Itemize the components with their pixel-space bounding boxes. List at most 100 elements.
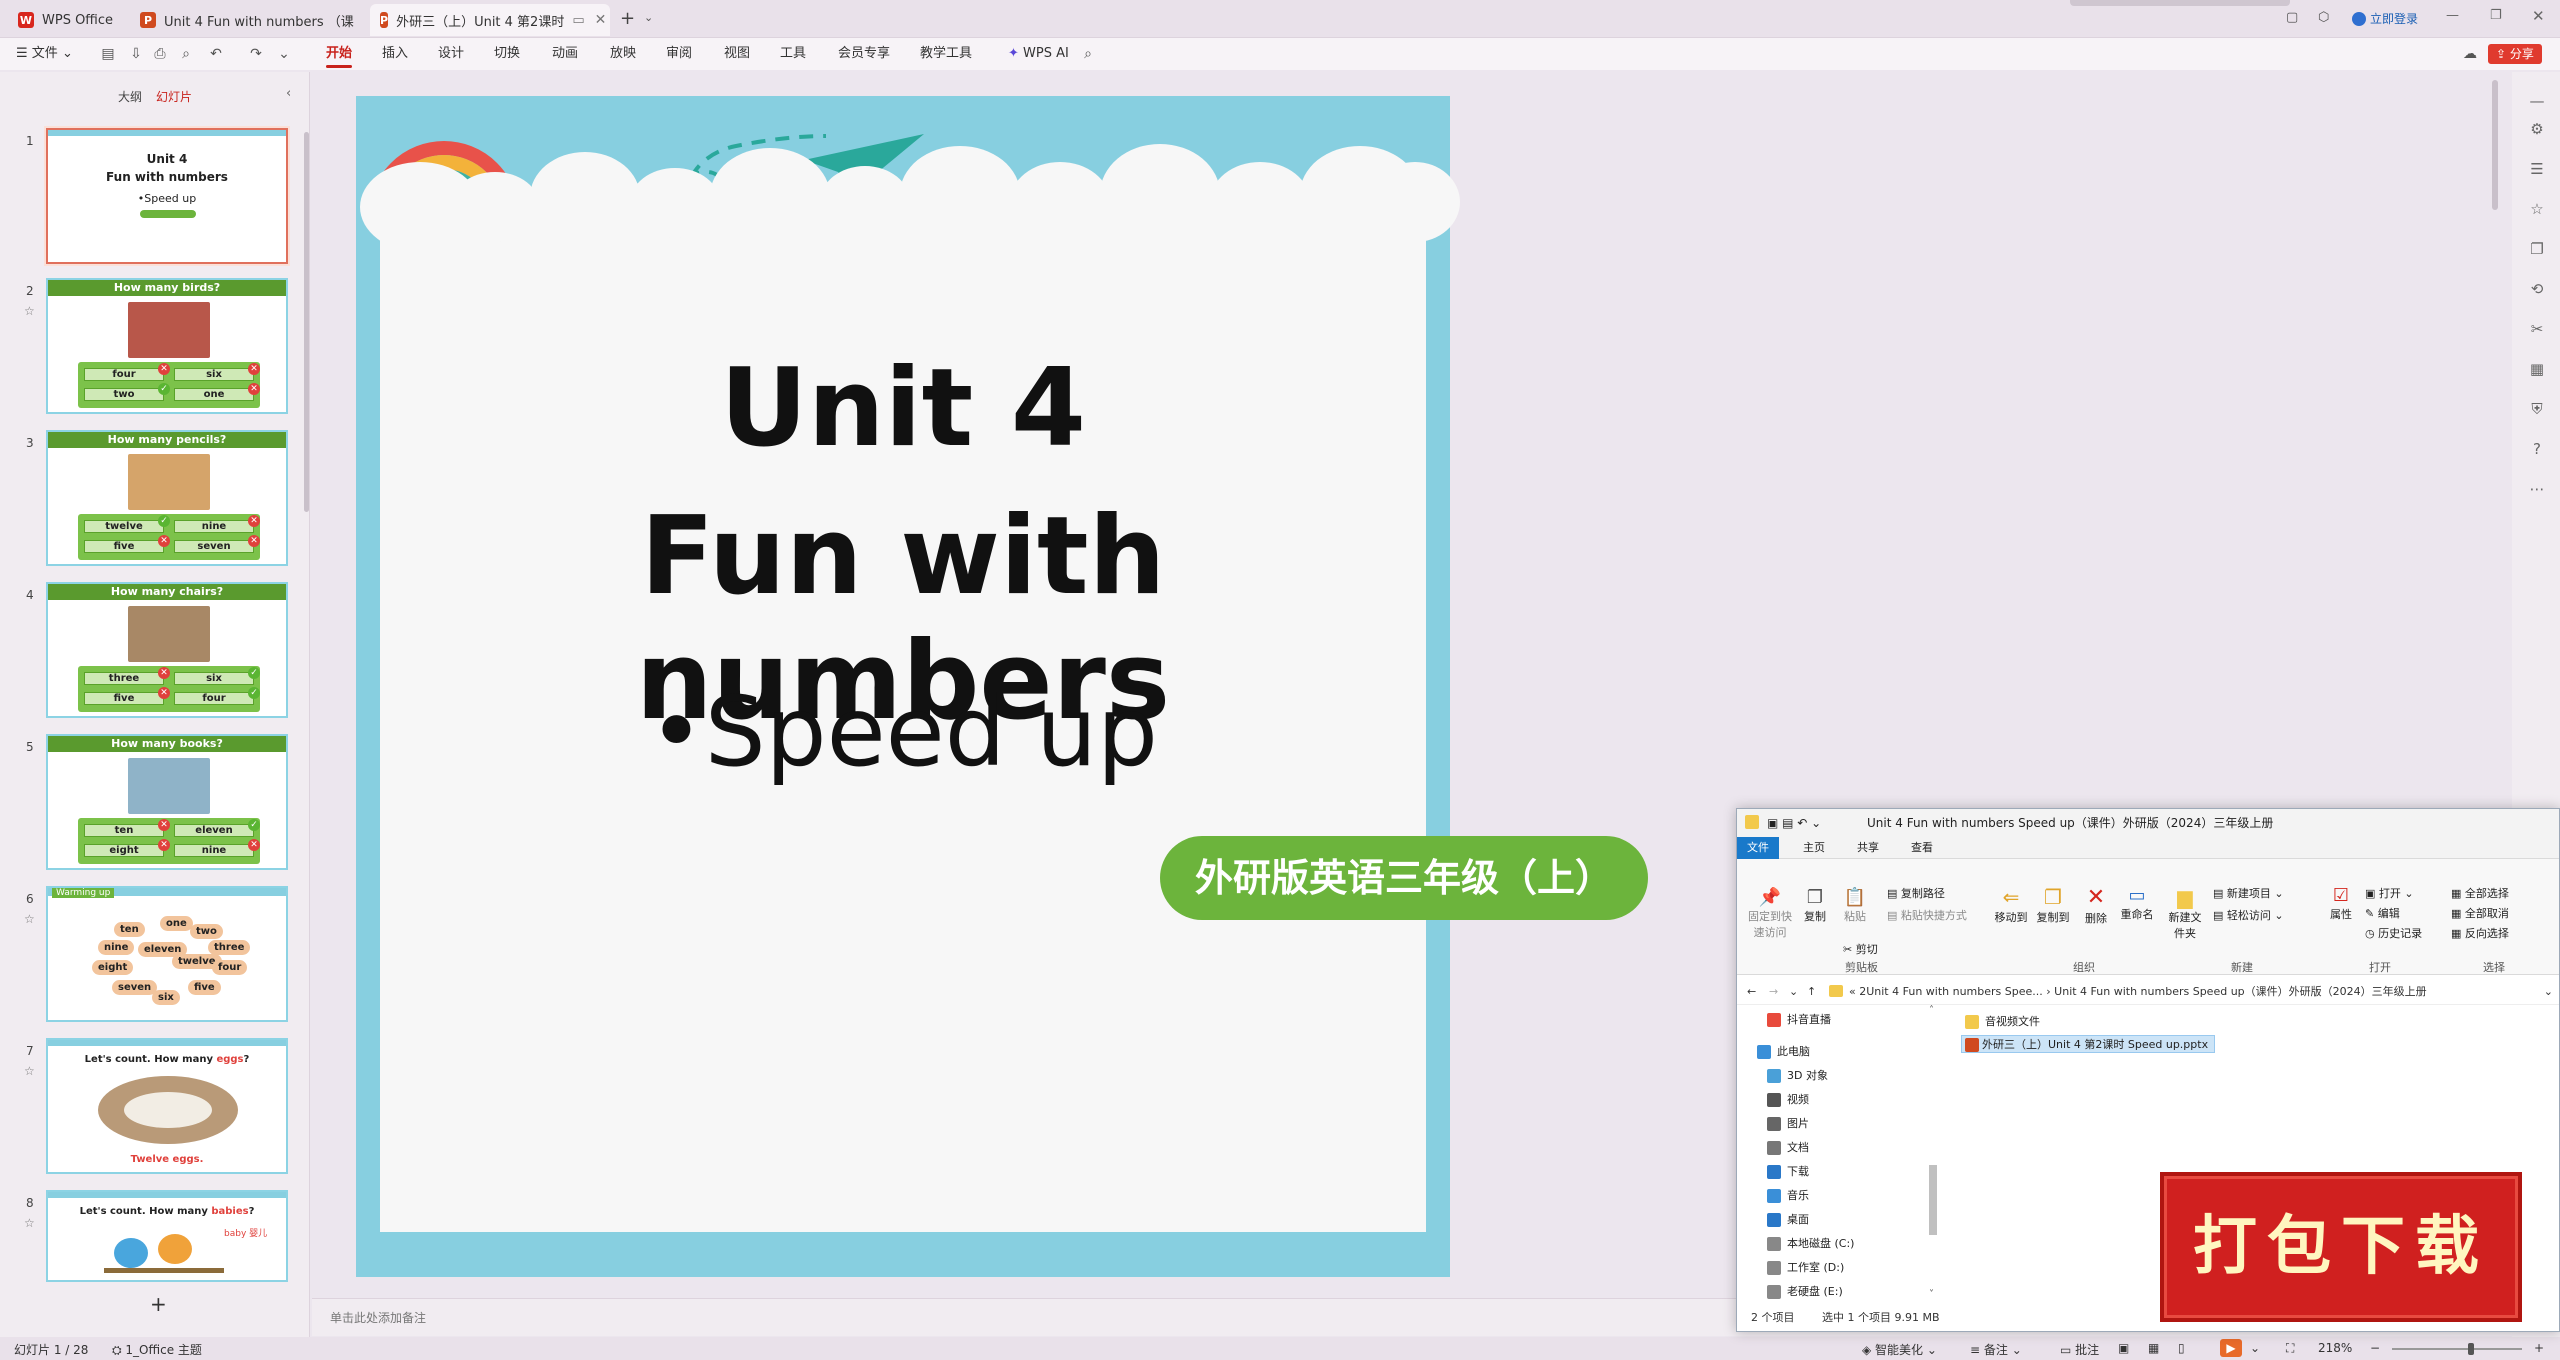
collapse-panel-icon[interactable]: ‹ <box>286 86 291 101</box>
star-icon[interactable]: ☆ <box>24 1064 35 1078</box>
menu-view[interactable]: 视图 <box>724 38 750 70</box>
slide-thumbnail-5[interactable]: How many books? ten eleven eight nine ✕ … <box>46 734 288 870</box>
zoom-slider-thumb[interactable] <box>2468 1343 2474 1355</box>
breadcrumb-item[interactable]: Unit 4 Fun with numbers Speed up（课件）外研版（… <box>2054 985 2426 998</box>
back-icon[interactable]: ← <box>1747 979 1756 1005</box>
tab-monitor-icon[interactable]: ▭ <box>572 13 584 28</box>
forward-icon[interactable]: → <box>1769 979 1778 1005</box>
settings-icon[interactable]: ⚙ <box>2528 120 2546 138</box>
slide-canvas[interactable]: Unit 4 Fun with numbers •Speed up 外研版英语三… <box>356 96 1648 1277</box>
close-tab-icon[interactable]: ✕ <box>595 12 607 28</box>
nav-item[interactable]: 图片 <box>1767 1115 1809 1133</box>
login-button[interactable]: 立即登录 <box>2352 10 2418 27</box>
move-to-button[interactable]: ⇐ 移动到 <box>1991 885 2031 925</box>
menu-transition[interactable]: 切换 <box>494 38 520 70</box>
address-bar[interactable]: ← → ⌄ ↑ « 2Unit 4 Fun with numbers Spee.… <box>1737 979 2559 1005</box>
nav-item[interactable]: 下载 <box>1767 1163 1809 1181</box>
shield-icon[interactable]: ⛨ <box>2528 400 2546 418</box>
properties-button[interactable]: ☑ 属性 <box>2325 885 2357 922</box>
add-slide-button[interactable]: + <box>150 1292 167 1316</box>
help-icon[interactable]: ? <box>2528 440 2546 458</box>
preview-icon[interactable]: ⌕ <box>178 46 194 62</box>
tools-icon[interactable]: ✂ <box>2528 320 2546 338</box>
reading-view-icon[interactable]: ▯ <box>2178 1341 2185 1355</box>
theme-label[interactable]: ⛭ 1_Office 主题 <box>112 1341 202 1358</box>
cloud-icon[interactable]: ☁ <box>2462 46 2478 62</box>
select-all-button[interactable]: ▦ 全部选择 <box>2451 885 2509 901</box>
beautify-button[interactable]: ◈ 智能美化 ⌄ <box>1862 1341 1937 1358</box>
table-icon[interactable]: ▦ <box>2528 360 2546 378</box>
share-button[interactable]: ⇪ 分享 <box>2488 44 2542 64</box>
pin-quick-access-button[interactable]: 📌 固定到快速访问 <box>1745 887 1795 940</box>
select-none-button[interactable]: ▦ 全部取消 <box>2451 905 2509 921</box>
file-row[interactable]: 音视频文件 <box>1965 1013 2040 1031</box>
nav-item[interactable]: 文档 <box>1767 1139 1809 1157</box>
close-window-icon[interactable]: ✕ <box>2532 7 2545 25</box>
zoom-slider[interactable] <box>2392 1348 2522 1350</box>
sliders-icon[interactable]: ☰ <box>2528 160 2546 178</box>
slide-thumbnail-6[interactable]: Warming up ten one two nine eleven three… <box>46 886 288 1022</box>
nav-scrollbar[interactable] <box>1929 1165 1937 1235</box>
file-menu[interactable]: ☰ 文件 ⌄ <box>16 38 73 70</box>
more-icon[interactable]: ⋯ <box>2528 480 2546 498</box>
menu-wps-ai[interactable]: ✦ WPS AI <box>1008 38 1069 70</box>
slide-thumbnail-7[interactable]: Let's count. How many eggs? Twelve eggs. <box>46 1038 288 1174</box>
explorer-tab-file[interactable]: 文件 <box>1737 837 1779 859</box>
slide-subtitle[interactable]: •Speed up <box>356 676 1450 788</box>
export-icon[interactable]: ⇩ <box>128 46 144 62</box>
chevron-up-icon[interactable]: ˄ <box>1929 1005 1934 1016</box>
comments-button[interactable]: ▭ 批注 <box>2060 1341 2099 1358</box>
tab-current-doc[interactable]: P 外研三（上）Unit 4 第2课时 ▭ ✕ <box>370 4 610 36</box>
new-item-button[interactable]: ▤ 新建项目 ⌄ <box>2213 885 2284 901</box>
menu-slideshow[interactable]: 放映 <box>610 38 636 70</box>
notes-button[interactable]: ≡ 备注 ⌄ <box>1970 1341 2022 1358</box>
slide-thumbnail-1[interactable]: Unit 4 Fun with numbers •Speed up <box>46 128 288 264</box>
menu-animation[interactable]: 动画 <box>552 38 578 70</box>
slide-thumbnail-3[interactable]: How many pencils? twelve nine five seven… <box>46 430 288 566</box>
slide-title-line1[interactable]: Unit 4 <box>356 346 1450 471</box>
copy-path-button[interactable]: ▤ 复制路径 <box>1887 885 1945 901</box>
paste-button[interactable]: 📋 粘贴 <box>1837 887 1873 924</box>
nav-item[interactable]: 抖音直播 <box>1767 1011 1831 1029</box>
tab-slides[interactable]: 幻灯片 <box>156 88 192 105</box>
nav-item[interactable]: 3D 对象 <box>1767 1067 1828 1085</box>
maximize-icon[interactable]: ❐ <box>2490 8 2502 23</box>
minimize-icon[interactable]: — <box>2446 8 2459 23</box>
save-icon[interactable]: ▤ <box>100 46 116 62</box>
nav-item[interactable]: 视频 <box>1767 1091 1809 1109</box>
chevron-down-icon[interactable]: ⌄ <box>2250 1341 2260 1355</box>
undo-icon[interactable]: ↶ <box>208 46 224 62</box>
breadcrumb-item[interactable]: 2Unit 4 Fun with numbers Spee... <box>1859 985 2043 998</box>
explorer-tab-view[interactable]: 查看 <box>1901 837 1943 859</box>
slide-thumbnail-4[interactable]: How many chairs? three six five four ✕ ✓… <box>46 582 288 718</box>
explorer-tab-home[interactable]: 主页 <box>1793 837 1835 859</box>
menu-member[interactable]: 会员专享 <box>838 38 890 70</box>
transition-icon[interactable]: ⟲ <box>2528 280 2546 298</box>
nav-item[interactable]: 桌面 <box>1767 1211 1809 1229</box>
nav-item[interactable]: 此电脑 <box>1757 1043 1810 1061</box>
copy-icon[interactable]: ❐ <box>2528 240 2546 258</box>
cube-icon[interactable]: ⬡ <box>2318 10 2329 25</box>
new-folder-button[interactable]: ▆ 新建文件夹 <box>2165 885 2205 941</box>
menu-review[interactable]: 审阅 <box>666 38 692 70</box>
chevron-down-icon[interactable]: ⌄ <box>2544 979 2553 1005</box>
open-button[interactable]: ▣ 打开 ⌄ <box>2365 885 2414 901</box>
quick-access-icons[interactable]: ▣ ▤ ↶ ⌄ <box>1767 809 1821 837</box>
star-icon[interactable]: ☆ <box>24 1216 35 1230</box>
star-icon[interactable]: ☆ <box>24 912 35 926</box>
copy-button[interactable]: ❐ 复制 <box>1797 887 1833 924</box>
zoom-level[interactable]: 218% <box>2318 1341 2352 1355</box>
nav-item[interactable]: 老硬盘 (E:) <box>1767 1283 1843 1301</box>
print-icon[interactable]: ⎙ <box>152 46 168 62</box>
normal-view-icon[interactable]: ▣ <box>2118 1341 2129 1355</box>
menu-home[interactable]: 开始 <box>326 38 353 70</box>
paste-shortcut-button[interactable]: ▤ 粘贴快捷方式 <box>1887 907 1967 923</box>
fit-icon[interactable]: ⛶ <box>2286 1341 2294 1356</box>
menu-insert[interactable]: 插入 <box>382 38 408 70</box>
chevron-down-icon[interactable]: ⌄ <box>1789 979 1798 1005</box>
panel-scrollbar[interactable] <box>304 132 309 512</box>
slide-thumbnail-8[interactable]: Let's count. How many babies? baby 婴儿 <box>46 1190 288 1282</box>
tab-unit4-course[interactable]: P Unit 4 Fun with numbers （课件+ <box>130 4 366 36</box>
nav-item[interactable]: 本地磁盘 (C:) <box>1767 1235 1854 1253</box>
redo-icon[interactable]: ↷ <box>248 46 264 62</box>
